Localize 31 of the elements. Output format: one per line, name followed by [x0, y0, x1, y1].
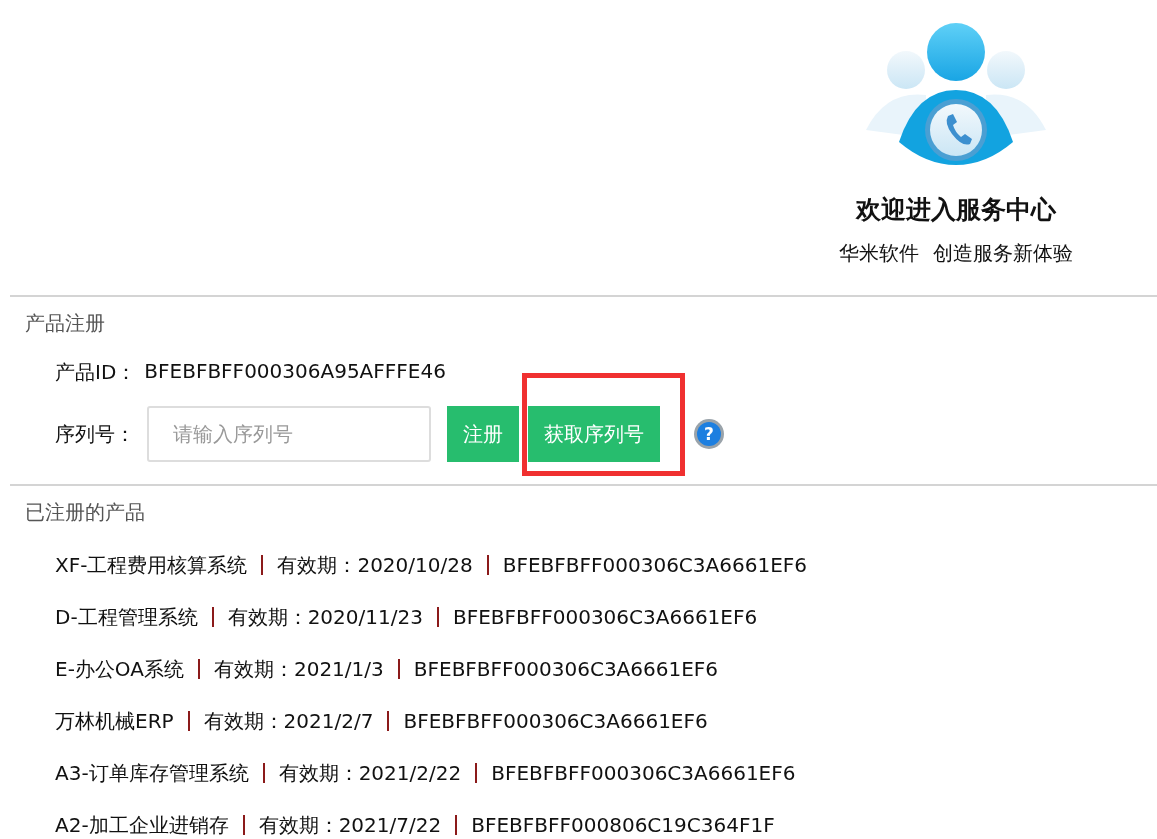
validity-date: 有效期：2021/2/22	[278, 759, 462, 787]
slogan-text: 创造服务新体验	[933, 240, 1073, 267]
product-name: A2-加工企业进销存	[55, 811, 229, 839]
product-serial: BFEBFBFF000306C3A6661EF6	[403, 709, 708, 733]
get-serial-button[interactable]: 获取序列号	[528, 406, 660, 462]
product-name: E-办公OA系统	[55, 655, 184, 683]
validity-date: 有效期：2021/1/3	[213, 655, 384, 683]
field-label: 产品ID：	[55, 359, 137, 386]
welcome-title: 欢迎进入服务中心	[856, 194, 1056, 226]
customer-service-icon	[866, 20, 1046, 165]
help-icon[interactable]: ?	[693, 418, 725, 450]
product-serial: BFEBFBFF000306C3A6661EF6	[491, 761, 796, 785]
section-heading: 产品注册	[25, 310, 106, 337]
validity-date: 有效期：2020/11/23	[227, 603, 423, 631]
slogan-text: 华米软件	[839, 240, 919, 267]
product-serial: BFEBFBFF000806C19C364F1F	[471, 813, 775, 837]
register-button[interactable]: 注册	[447, 406, 519, 462]
validity-date: 有效期：2021/2/7	[203, 707, 374, 735]
section-heading: 已注册的产品	[25, 499, 146, 526]
product-name: A3-订单库存管理系统	[55, 759, 249, 787]
serial-input-field[interactable]: 请输入序列号	[147, 406, 431, 462]
product-serial: BFEBFBFF000306C3A6661EF6	[452, 605, 758, 629]
field-label: 序列号：	[55, 420, 135, 448]
product-name: XF-工程费用核算系统	[55, 551, 248, 579]
product-name: D-工程管理系统	[55, 603, 198, 631]
product-id-value: BFEBFBFF000306A95AFFFE46	[144, 359, 446, 385]
product-serial: BFEBFBFF000306C3A6661EF6	[413, 657, 719, 681]
product-name: 万林机械ERP	[55, 707, 174, 735]
validity-date: 有效期：2020/10/28	[277, 551, 473, 579]
validity-date: 有效期：2021/7/22	[258, 811, 442, 839]
product-serial: BFEBFBFF000306C3A6661EF6	[502, 553, 807, 577]
